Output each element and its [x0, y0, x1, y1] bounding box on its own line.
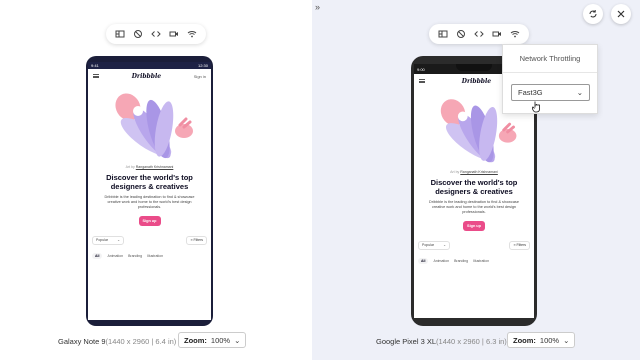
- sign-up-button[interactable]: Sign up: [463, 220, 485, 231]
- category-all[interactable]: All: [418, 257, 429, 264]
- zoom-select-note9[interactable]: Zoom: 100% ⌄: [178, 332, 247, 348]
- wifi-icon: [510, 31, 520, 38]
- block-icon: [457, 30, 465, 38]
- art-credit: Art by Ranganath Krishnamani: [88, 165, 211, 169]
- status-time: 9:00: [417, 66, 425, 72]
- art-credit-author[interactable]: Ranganath Krishnamani: [136, 165, 174, 169]
- art-credit-prefix: Art by: [450, 170, 460, 174]
- chevron-down-icon: ⌄: [576, 88, 583, 97]
- record-button[interactable]: [491, 28, 503, 40]
- category-tabs: All Animation Branding Illustration: [414, 257, 534, 264]
- category-tabs: All Animation Branding Illustration: [88, 252, 211, 259]
- video-icon: [492, 31, 501, 37]
- art-credit-prefix: Art by: [125, 165, 135, 169]
- category-branding[interactable]: Branding: [128, 254, 142, 258]
- disable-js-button[interactable]: [455, 28, 467, 40]
- device-toolbar-pixel3: [429, 24, 529, 44]
- status-clock: 12:30: [197, 63, 208, 68]
- hero-art: [115, 93, 193, 159]
- category-animation[interactable]: Animation: [433, 259, 449, 263]
- rotate-icon: [589, 10, 597, 18]
- device-spec: (1440 x 2960 | 6.3 in): [436, 337, 507, 346]
- galaxy-note9-frame: 9:41 12:30 Dribbble Sign in Art by Ranga…: [86, 56, 213, 326]
- throttling-select[interactable]: Fast3G ⌄: [511, 84, 590, 101]
- code-icon: [474, 31, 484, 37]
- video-icon: [169, 31, 178, 37]
- screenshot-icon: [438, 30, 448, 38]
- device-name: Galaxy Note 9: [58, 337, 106, 346]
- status-time: 9:41: [91, 63, 99, 68]
- hero-description: Dribbble is the leading destination to f…: [429, 200, 519, 215]
- chevron-down-icon: ⌄: [117, 238, 120, 243]
- chevron-down-icon: ⌄: [234, 335, 241, 345]
- filter-bar: Popular ⌄ ≡ Filters: [88, 235, 211, 245]
- chevron-down-icon: ⌄: [443, 243, 446, 248]
- sort-dropdown[interactable]: Popular ⌄: [92, 235, 124, 245]
- wifi-icon: [187, 31, 197, 38]
- zoom-value: 100%: [539, 335, 560, 345]
- close-icon: [617, 10, 625, 18]
- device-screen: 9:41 12:30 Dribbble Sign in Art by Ranga…: [88, 62, 211, 320]
- sort-dropdown[interactable]: Popular ⌄: [418, 240, 450, 250]
- art-credit: Art by Ranganath Krishnamani: [414, 170, 534, 174]
- code-icon: [151, 31, 161, 37]
- filter-bar: Popular ⌄ ≡ Filters: [414, 240, 534, 250]
- status-bar: 9:41 12:30: [88, 62, 211, 69]
- category-animation[interactable]: Animation: [107, 254, 123, 258]
- category-all[interactable]: All: [92, 252, 103, 259]
- sign-up-button[interactable]: Sign up: [138, 215, 161, 226]
- hand-cursor-icon: [532, 101, 540, 113]
- hero-headline: Discover the world's top designers & cre…: [430, 178, 518, 196]
- record-button[interactable]: [168, 28, 180, 40]
- sort-label: Popular: [422, 243, 435, 248]
- category-branding[interactable]: Branding: [454, 259, 468, 263]
- filters-button[interactable]: ≡ Filters: [186, 235, 207, 245]
- network-button[interactable]: [186, 28, 198, 40]
- expand-panel-icon[interactable]: »: [315, 2, 320, 12]
- sign-in-link[interactable]: Sign in: [194, 74, 206, 79]
- screenshot-button[interactable]: [114, 28, 126, 40]
- hero-headline: Discover the world's top designers & cre…: [106, 173, 193, 191]
- throttling-value: Fast3G: [518, 88, 543, 97]
- hero-illustration: [88, 85, 211, 163]
- hero-description: Dribbble is the leading destination to f…: [104, 195, 195, 210]
- device-spec: (1440 x 2960 | 6.4 in): [105, 337, 177, 346]
- throttling-title: Network Throttling: [519, 54, 581, 63]
- chevron-down-icon: ⌄: [563, 335, 570, 345]
- screenshot-icon: [115, 30, 125, 38]
- filters-button[interactable]: ≡ Filters: [509, 240, 530, 250]
- site-logo[interactable]: Dribbble: [462, 78, 491, 85]
- zoom-label: Zoom:: [184, 335, 207, 345]
- divider: [503, 72, 597, 73]
- site-logo[interactable]: Dribbble: [132, 73, 161, 80]
- inspect-button[interactable]: [473, 28, 485, 40]
- menu-icon[interactable]: [93, 74, 99, 78]
- block-icon: [134, 30, 142, 38]
- filters-label: Filters: [193, 238, 203, 243]
- sort-label: Popular: [96, 238, 109, 243]
- category-illustration[interactable]: Illustration: [473, 259, 489, 263]
- zoom-label: Zoom:: [513, 335, 536, 345]
- disable-js-button[interactable]: [132, 28, 144, 40]
- inspect-button[interactable]: [150, 28, 162, 40]
- filters-label: Filters: [516, 243, 526, 248]
- art-credit-author[interactable]: Ranganath Krishnamani: [460, 170, 498, 174]
- site-header: Dribbble Sign in: [88, 69, 211, 83]
- screenshot-button[interactable]: [437, 28, 449, 40]
- rotate-button[interactable]: [583, 4, 603, 24]
- device-name-pixel3: Google Pixel 3 XL(1440 x 2960 | 6.3 in): [376, 337, 507, 346]
- category-illustration[interactable]: Illustration: [147, 254, 163, 258]
- network-throttling-popover: Network Throttling Fast3G ⌄: [502, 44, 598, 114]
- zoom-value: 100%: [210, 335, 231, 345]
- device-toolbar-note9: [106, 24, 206, 44]
- network-button[interactable]: [509, 28, 521, 40]
- device-name: Google Pixel 3 XL: [376, 337, 437, 346]
- camera-notch: [456, 64, 492, 71]
- menu-icon[interactable]: [419, 79, 425, 83]
- zoom-select-pixel3[interactable]: Zoom: 100% ⌄: [507, 332, 576, 348]
- close-button[interactable]: [611, 4, 631, 24]
- device-name-note9: Galaxy Note 9(1440 x 2960 | 6.4 in): [58, 337, 176, 346]
